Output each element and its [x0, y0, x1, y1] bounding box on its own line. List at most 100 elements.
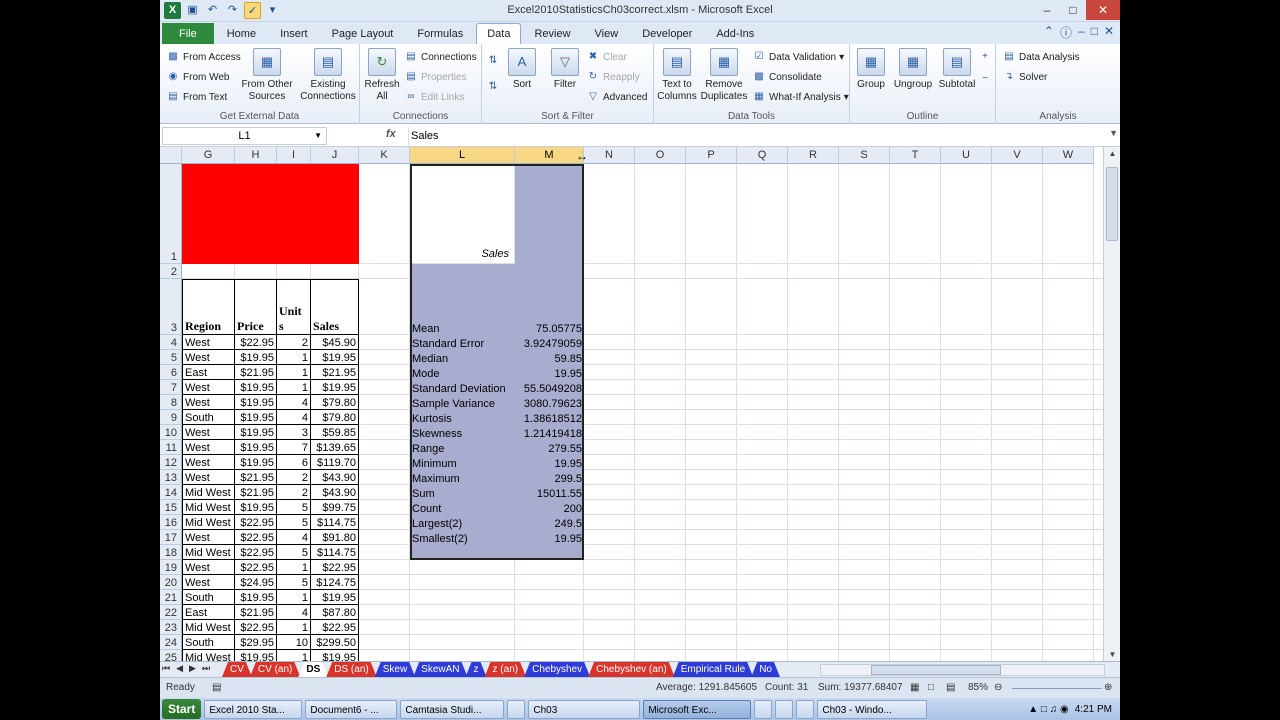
- stats-value-cell[interactable]: 200: [515, 500, 584, 515]
- stats-value-cell[interactable]: 1.21419418: [515, 425, 584, 440]
- tab-formulas[interactable]: Formulas: [406, 23, 474, 44]
- table-cell[interactable]: $299.50: [311, 635, 359, 650]
- stats-value-cell[interactable]: 3080.79623: [515, 395, 584, 410]
- chevron-down-icon[interactable]: ▼: [314, 128, 322, 144]
- stats-value-cell[interactable]: 15011.55: [515, 485, 584, 500]
- table-cell[interactable]: $21.95: [235, 485, 277, 500]
- row-header-19[interactable]: 19: [160, 560, 182, 575]
- stats-label-cell[interactable]: Largest(2): [410, 515, 515, 530]
- hscroll-thumb[interactable]: [871, 665, 1001, 675]
- table-cell[interactable]: West: [182, 350, 235, 365]
- zoom-slider[interactable]: [1012, 688, 1102, 689]
- page-layout-view-icon[interactable]: □: [928, 682, 934, 693]
- doc-restore-icon[interactable]: □: [1091, 24, 1098, 41]
- table-cell[interactable]: $22.95: [235, 335, 277, 350]
- table-cell[interactable]: 2: [277, 470, 311, 485]
- prev-sheet-icon[interactable]: ◀: [176, 663, 183, 674]
- column-header-i[interactable]: I: [277, 147, 311, 164]
- table-cell[interactable]: South: [182, 635, 235, 650]
- table-cell[interactable]: $22.95: [311, 620, 359, 635]
- column-header-v[interactable]: V: [992, 147, 1043, 164]
- stats-label-cell[interactable]: Sample Variance: [410, 395, 515, 410]
- column-header-o[interactable]: O: [635, 147, 686, 164]
- table-cell[interactable]: 4: [277, 530, 311, 545]
- tab-add-ins[interactable]: Add-Ins: [705, 23, 765, 44]
- table-cell[interactable]: $19.95: [311, 380, 359, 395]
- advanced-button[interactable]: ▽ Advanced: [586, 90, 647, 104]
- table-cell[interactable]: 1: [277, 650, 311, 661]
- restore-button[interactable]: □: [1060, 0, 1086, 20]
- red-fill-block[interactable]: [182, 164, 359, 264]
- table-cell[interactable]: 1: [277, 365, 311, 380]
- row-header-24[interactable]: 24: [160, 635, 182, 650]
- sheet-tab-chebyshev-an-[interactable]: Chebyshev (an): [588, 662, 675, 677]
- doc-close-icon[interactable]: ✕: [1104, 24, 1114, 41]
- table-cell[interactable]: 1: [277, 590, 311, 605]
- sheet-tab-ds-an-[interactable]: DS (an): [326, 662, 376, 677]
- table-cell[interactable]: $19.95: [311, 650, 359, 661]
- table-cell[interactable]: West: [182, 455, 235, 470]
- row-header-20[interactable]: 20: [160, 575, 182, 590]
- table-cell[interactable]: 2: [277, 335, 311, 350]
- table-cell[interactable]: $19.95: [235, 350, 277, 365]
- column-header-s[interactable]: S: [839, 147, 890, 164]
- row-header-1[interactable]: 1: [160, 164, 182, 264]
- data-analysis-button[interactable]: ▤ Data Analysis: [1002, 50, 1079, 64]
- sheet-tab-cv[interactable]: CV: [222, 662, 252, 677]
- show-detail-button[interactable]: +: [978, 50, 992, 64]
- table-cell[interactable]: 1: [277, 350, 311, 365]
- horizontal-scrollbar[interactable]: [820, 664, 1105, 676]
- edit-links-button[interactable]: ∞ Edit Links: [404, 90, 464, 104]
- table-cell[interactable]: West: [182, 425, 235, 440]
- row-header-10[interactable]: 10: [160, 425, 182, 440]
- row-header-5[interactable]: 5: [160, 350, 182, 365]
- row-header-13[interactable]: 13: [160, 470, 182, 485]
- stats-label-cell[interactable]: Smallest(2): [410, 530, 515, 545]
- row-header-22[interactable]: 22: [160, 605, 182, 620]
- stats-label-cell[interactable]: Count: [410, 500, 515, 515]
- stats-label-cell[interactable]: Skewness: [410, 425, 515, 440]
- table-cell[interactable]: $19.95: [311, 590, 359, 605]
- table-cell[interactable]: $59.85: [311, 425, 359, 440]
- table-cell[interactable]: West: [182, 575, 235, 590]
- connections-button[interactable]: ▤ Connections: [404, 50, 476, 64]
- table-cell[interactable]: $43.90: [311, 470, 359, 485]
- table-header-cell[interactable]: Region: [182, 279, 235, 335]
- row-header-7[interactable]: 7: [160, 380, 182, 395]
- macro-record-icon[interactable]: ▤: [212, 682, 221, 693]
- table-cell[interactable]: 7: [277, 440, 311, 455]
- table-cell[interactable]: $79.80: [311, 410, 359, 425]
- table-cell[interactable]: 4: [277, 605, 311, 620]
- scroll-up-icon[interactable]: ▲: [1104, 149, 1120, 158]
- table-cell[interactable]: Mid West: [182, 500, 235, 515]
- minimize-button[interactable]: –: [1034, 0, 1060, 20]
- column-header-l[interactable]: L: [410, 147, 515, 164]
- table-cell[interactable]: $19.95: [235, 425, 277, 440]
- stats-label-cell[interactable]: Mode: [410, 365, 515, 380]
- stats-value-cell[interactable]: 19.95: [515, 365, 584, 380]
- row-header-14[interactable]: 14: [160, 485, 182, 500]
- stats-label-cell[interactable]: Sum: [410, 485, 515, 500]
- table-cell[interactable]: West: [182, 530, 235, 545]
- table-cell[interactable]: $19.95: [235, 395, 277, 410]
- sheet-tab-skewan[interactable]: SkewAN: [413, 662, 467, 677]
- table-cell[interactable]: 3: [277, 425, 311, 440]
- normal-view-icon[interactable]: ▦: [910, 682, 919, 693]
- stats-value-cell[interactable]: 55.5049208: [515, 380, 584, 395]
- remove-duplicates-button[interactable]: ▦ Remove Duplicates: [700, 48, 748, 103]
- table-cell[interactable]: $139.65: [311, 440, 359, 455]
- taskbar-item[interactable]: [507, 699, 526, 719]
- column-header-r[interactable]: R: [788, 147, 839, 164]
- table-cell[interactable]: 1: [277, 560, 311, 575]
- stats-value-cell[interactable]: 75.05775: [515, 279, 584, 335]
- table-cell[interactable]: 5: [277, 515, 311, 530]
- table-cell[interactable]: $22.95: [311, 560, 359, 575]
- table-cell[interactable]: 1: [277, 380, 311, 395]
- row-header-12[interactable]: 12: [160, 455, 182, 470]
- table-cell[interactable]: $91.80: [311, 530, 359, 545]
- from-web-button[interactable]: ◉ From Web: [166, 70, 230, 84]
- table-cell[interactable]: $43.90: [311, 485, 359, 500]
- row-header-11[interactable]: 11: [160, 440, 182, 455]
- sheet-tab-chebyshev[interactable]: Chebyshev: [524, 662, 590, 677]
- column-header-k[interactable]: K: [359, 147, 410, 164]
